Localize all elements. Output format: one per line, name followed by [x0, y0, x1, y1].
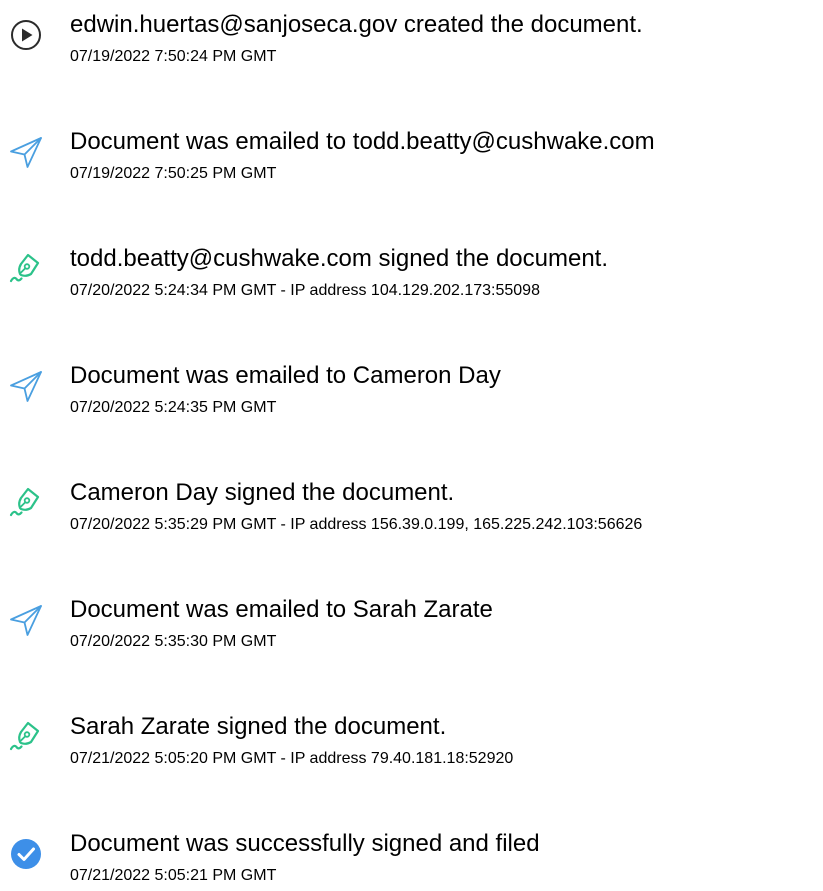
history-event-emailed: Document was emailed to todd.beatty@cush…: [0, 127, 823, 187]
event-timestamp: 07/19/2022 7:50:25 PM GMT: [70, 165, 277, 182]
play-circle-icon: [8, 17, 44, 53]
event-title: Cameron Day signed the document.: [70, 479, 455, 506]
history-event-signed: Sarah Zarate signed the document. 07/21/…: [0, 712, 823, 772]
history-event-created: edwin.huertas@sanjoseca.gov created the …: [0, 10, 823, 70]
event-timestamp: 07/20/2022 5:35:30 PM GMT: [70, 633, 277, 650]
history-event-signed: todd.beatty@cushwake.com signed the docu…: [0, 244, 823, 304]
event-timestamp: 07/20/2022 5:24:35 PM GMT: [70, 399, 277, 416]
pen-sign-icon: [8, 485, 44, 521]
check-circle-icon: [8, 836, 44, 872]
event-timestamp: 07/19/2022 7:50:24 PM GMT: [70, 48, 277, 65]
history-event-emailed: Document was emailed to Cameron Day 07/2…: [0, 361, 823, 421]
event-title: Document was emailed to todd.beatty@cush…: [70, 128, 655, 155]
event-title: Document was successfully signed and fil…: [70, 830, 540, 857]
event-timestamp: 07/21/2022 5:05:21 PM GMT: [70, 867, 277, 884]
history-event-completed: Document was successfully signed and fil…: [0, 829, 823, 889]
history-event-signed: Cameron Day signed the document. 07/20/2…: [0, 478, 823, 538]
send-icon: [8, 602, 44, 638]
event-timestamp: 07/20/2022 5:35:29 PM GMT - IP address 1…: [70, 516, 643, 533]
event-title: Sarah Zarate signed the document.: [70, 713, 447, 740]
event-title: Document was emailed to Sarah Zarate: [70, 596, 493, 623]
history-event-emailed: Document was emailed to Sarah Zarate 07/…: [0, 595, 823, 655]
event-timestamp: 07/20/2022 5:24:34 PM GMT - IP address 1…: [70, 282, 540, 299]
event-title: todd.beatty@cushwake.com signed the docu…: [70, 245, 609, 272]
event-timestamp: 07/21/2022 5:05:20 PM GMT - IP address 7…: [70, 750, 514, 767]
pen-sign-icon: [8, 251, 44, 287]
event-title: edwin.huertas@sanjoseca.gov created the …: [70, 11, 643, 38]
send-icon: [8, 368, 44, 404]
event-title: Document was emailed to Cameron Day: [70, 362, 501, 389]
send-icon: [8, 134, 44, 170]
pen-sign-icon: [8, 719, 44, 755]
